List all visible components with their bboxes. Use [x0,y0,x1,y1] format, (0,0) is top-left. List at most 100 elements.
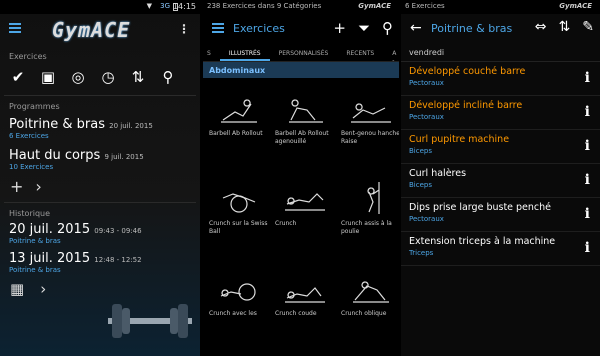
exercise-row[interactable]: Curl pupitre machine Biceps i [401,130,600,164]
search-icon[interactable]: ⚲ [160,69,176,85]
fingerprint-icon[interactable]: ◎ [70,69,86,85]
exercise-tile[interactable]: Crunch oblique [341,258,399,348]
tab-recent[interactable]: RECENTS [337,44,383,61]
calendar-icon[interactable]: ▦ [10,280,24,298]
app-bar: Exercices + ⏷ ⚲ [203,14,399,44]
exercise-tile[interactable]: Crunch avec les [209,258,269,348]
check-icon[interactable]: ✔ [10,69,26,85]
app-logo-small: GymACE [559,2,592,10]
exercise-row[interactable]: Développé incliné barre Pectoraux i [401,96,600,130]
exercise-name: Barbell Ab Rollout [209,130,263,137]
camera-icon[interactable]: ▣ [40,69,56,85]
exercise-list: Développé couché barre Pectoraux i Développ… [401,61,600,266]
category-header: Abdominaux [203,62,399,78]
chevron-right-icon[interactable]: › [40,280,46,298]
clock-icon[interactable]: ◷ [100,69,116,85]
search-icon[interactable]: ⚲ [382,19,393,37]
screen-title: Poitrine & bras [431,22,513,35]
exercise-name: Extension triceps à la machine [409,236,556,247]
history-time: 12:48 - 12:52 [94,256,142,264]
info-icon[interactable]: i [585,240,590,256]
exercise-tile[interactable]: Bent-genou hanche Raise [341,78,399,168]
add-icon[interactable]: + [333,19,346,37]
tab-bar: S ILLUSTRÉS PERSONNALISÉS RECENTS A - [203,44,399,64]
exercise-tile[interactable]: Crunch assis à la poulie [341,168,399,258]
exercise-row[interactable]: Curl halères Biceps i [401,164,600,198]
exercise-name: Barbell Ab Rollout agenouillé [275,130,329,145]
exercise-muscle: Pectoraux [409,79,444,87]
swap-horizontal-icon[interactable]: ⇔ [535,19,547,35]
menu-icon[interactable] [9,23,21,33]
edit-icon[interactable]: ✎ [582,19,594,35]
info-icon[interactable]: i [585,70,590,86]
exercise-muscle: Biceps [409,147,432,155]
exercise-count-info: 238 Exercices dans 9 Catégories [207,2,322,10]
exercises-screen: 238 Exercices dans 9 Catégories GymACE E… [203,0,399,356]
exercise-row[interactable]: Dips prise large buste penché Pectoraux i [401,198,600,232]
clock: 14:15 [172,2,196,11]
app-bar: GymACE ⋮ [0,14,200,44]
exercise-illustration [285,193,325,211]
tab-custom[interactable]: PERSONNALISÉS [270,44,338,61]
app-logo: GymACE [52,18,131,42]
exercise-name: Dips prise large buste penché [409,202,552,213]
exercise-illustration [367,182,380,214]
exercise-name: Crunch coude [275,310,317,317]
exercise-tile[interactable]: Crunch coude [275,258,335,348]
sort-icon[interactable]: ⇅ [130,69,146,85]
app-logo-small: GymACE [358,2,391,10]
exercise-tile[interactable]: Crunch sur la Swiss Ball [209,168,269,258]
exercise-muscle: Biceps [409,181,432,189]
exercise-name: Curl halères [409,168,467,179]
tab-illustrated[interactable]: ILLUSTRÉS [219,44,270,61]
program-count: 10 Exercices [9,163,54,171]
exercise-name: Crunch avec les [209,310,257,317]
home-screen: ▼ 3G 14:15 GymACE ⋮ Exercices ✔ ▣ ◎ ◷ ⇅ … [0,0,200,356]
exercise-name: Crunch sur la Swiss Ball [209,220,268,235]
info-icon[interactable]: i [585,206,590,222]
history-item[interactable]: 20 juil. 2015 09:43 - 09:46 Poitrine & b… [0,222,200,245]
back-arrow-icon[interactable]: ← [410,20,422,36]
wifi-icon: ▼ [146,2,152,10]
section-history-label: Historique [9,209,51,218]
overflow-menu-icon[interactable]: ⋮ [178,22,190,36]
exercise-row[interactable]: Développé couché barre Pectoraux i [401,62,600,96]
history-program: Poitrine & bras [9,266,61,274]
exercise-row[interactable]: Extension triceps à la machine Triceps i [401,232,600,266]
exercise-name: Bent-genou hanche Raise [341,130,399,145]
program-count: 6 Exercices [9,132,49,140]
menu-icon[interactable] [212,23,224,33]
program-title: Poitrine & bras [9,117,105,132]
info-icon[interactable]: i [585,172,590,188]
history-date: 13 juil. 2015 [9,251,91,266]
info-icon[interactable]: i [585,138,590,154]
program-item[interactable]: Haut du corps 9 juil. 2015 10 Exercices [0,148,200,171]
exercise-name: Développé incliné barre [409,100,523,111]
exercise-illustration [222,193,256,213]
section-exercises-label: Exercices [9,52,47,61]
program-item[interactable]: Poitrine & bras 20 juil. 2015 6 Exercice… [0,117,200,140]
exercise-illustration [353,281,389,303]
app-bar: ← Poitrine & bras ⇔ ⇅ ✎ [401,14,600,44]
exercise-name: Curl pupitre machine [409,134,510,145]
exercise-tile[interactable]: Barbell Ab Rollout agenouillé [275,78,335,168]
exercise-tile[interactable]: Barbell Ab Rollout [209,78,269,168]
program-date: 9 juil. 2015 [104,153,144,161]
exercise-muscle: Triceps [409,249,434,257]
exercise-shortcuts: ✔ ▣ ◎ ◷ ⇅ ⚲ [0,61,200,85]
add-program-icon[interactable]: + [10,177,23,196]
exercise-illustration [285,287,325,303]
info-icon[interactable]: i [585,104,590,120]
history-item[interactable]: 13 juil. 2015 12:48 - 12:52 Poitrine & b… [0,251,200,274]
chevron-right-icon[interactable]: › [35,177,41,196]
program-date: 20 juil. 2015 [109,122,153,130]
exercise-tile[interactable]: Crunch [275,168,335,258]
sort-icon[interactable]: ⇅ [559,19,571,35]
tab-alpha[interactable]: A - [383,44,399,64]
program-title: Haut du corps [9,148,101,163]
exercise-name: Crunch oblique [341,310,387,317]
exercise-name: Développé couché barre [409,66,526,77]
status-bar: 238 Exercices dans 9 Catégories GymACE [203,0,399,14]
tab-partial[interactable]: S [203,44,220,61]
filter-icon[interactable]: ⏷ [358,19,370,37]
